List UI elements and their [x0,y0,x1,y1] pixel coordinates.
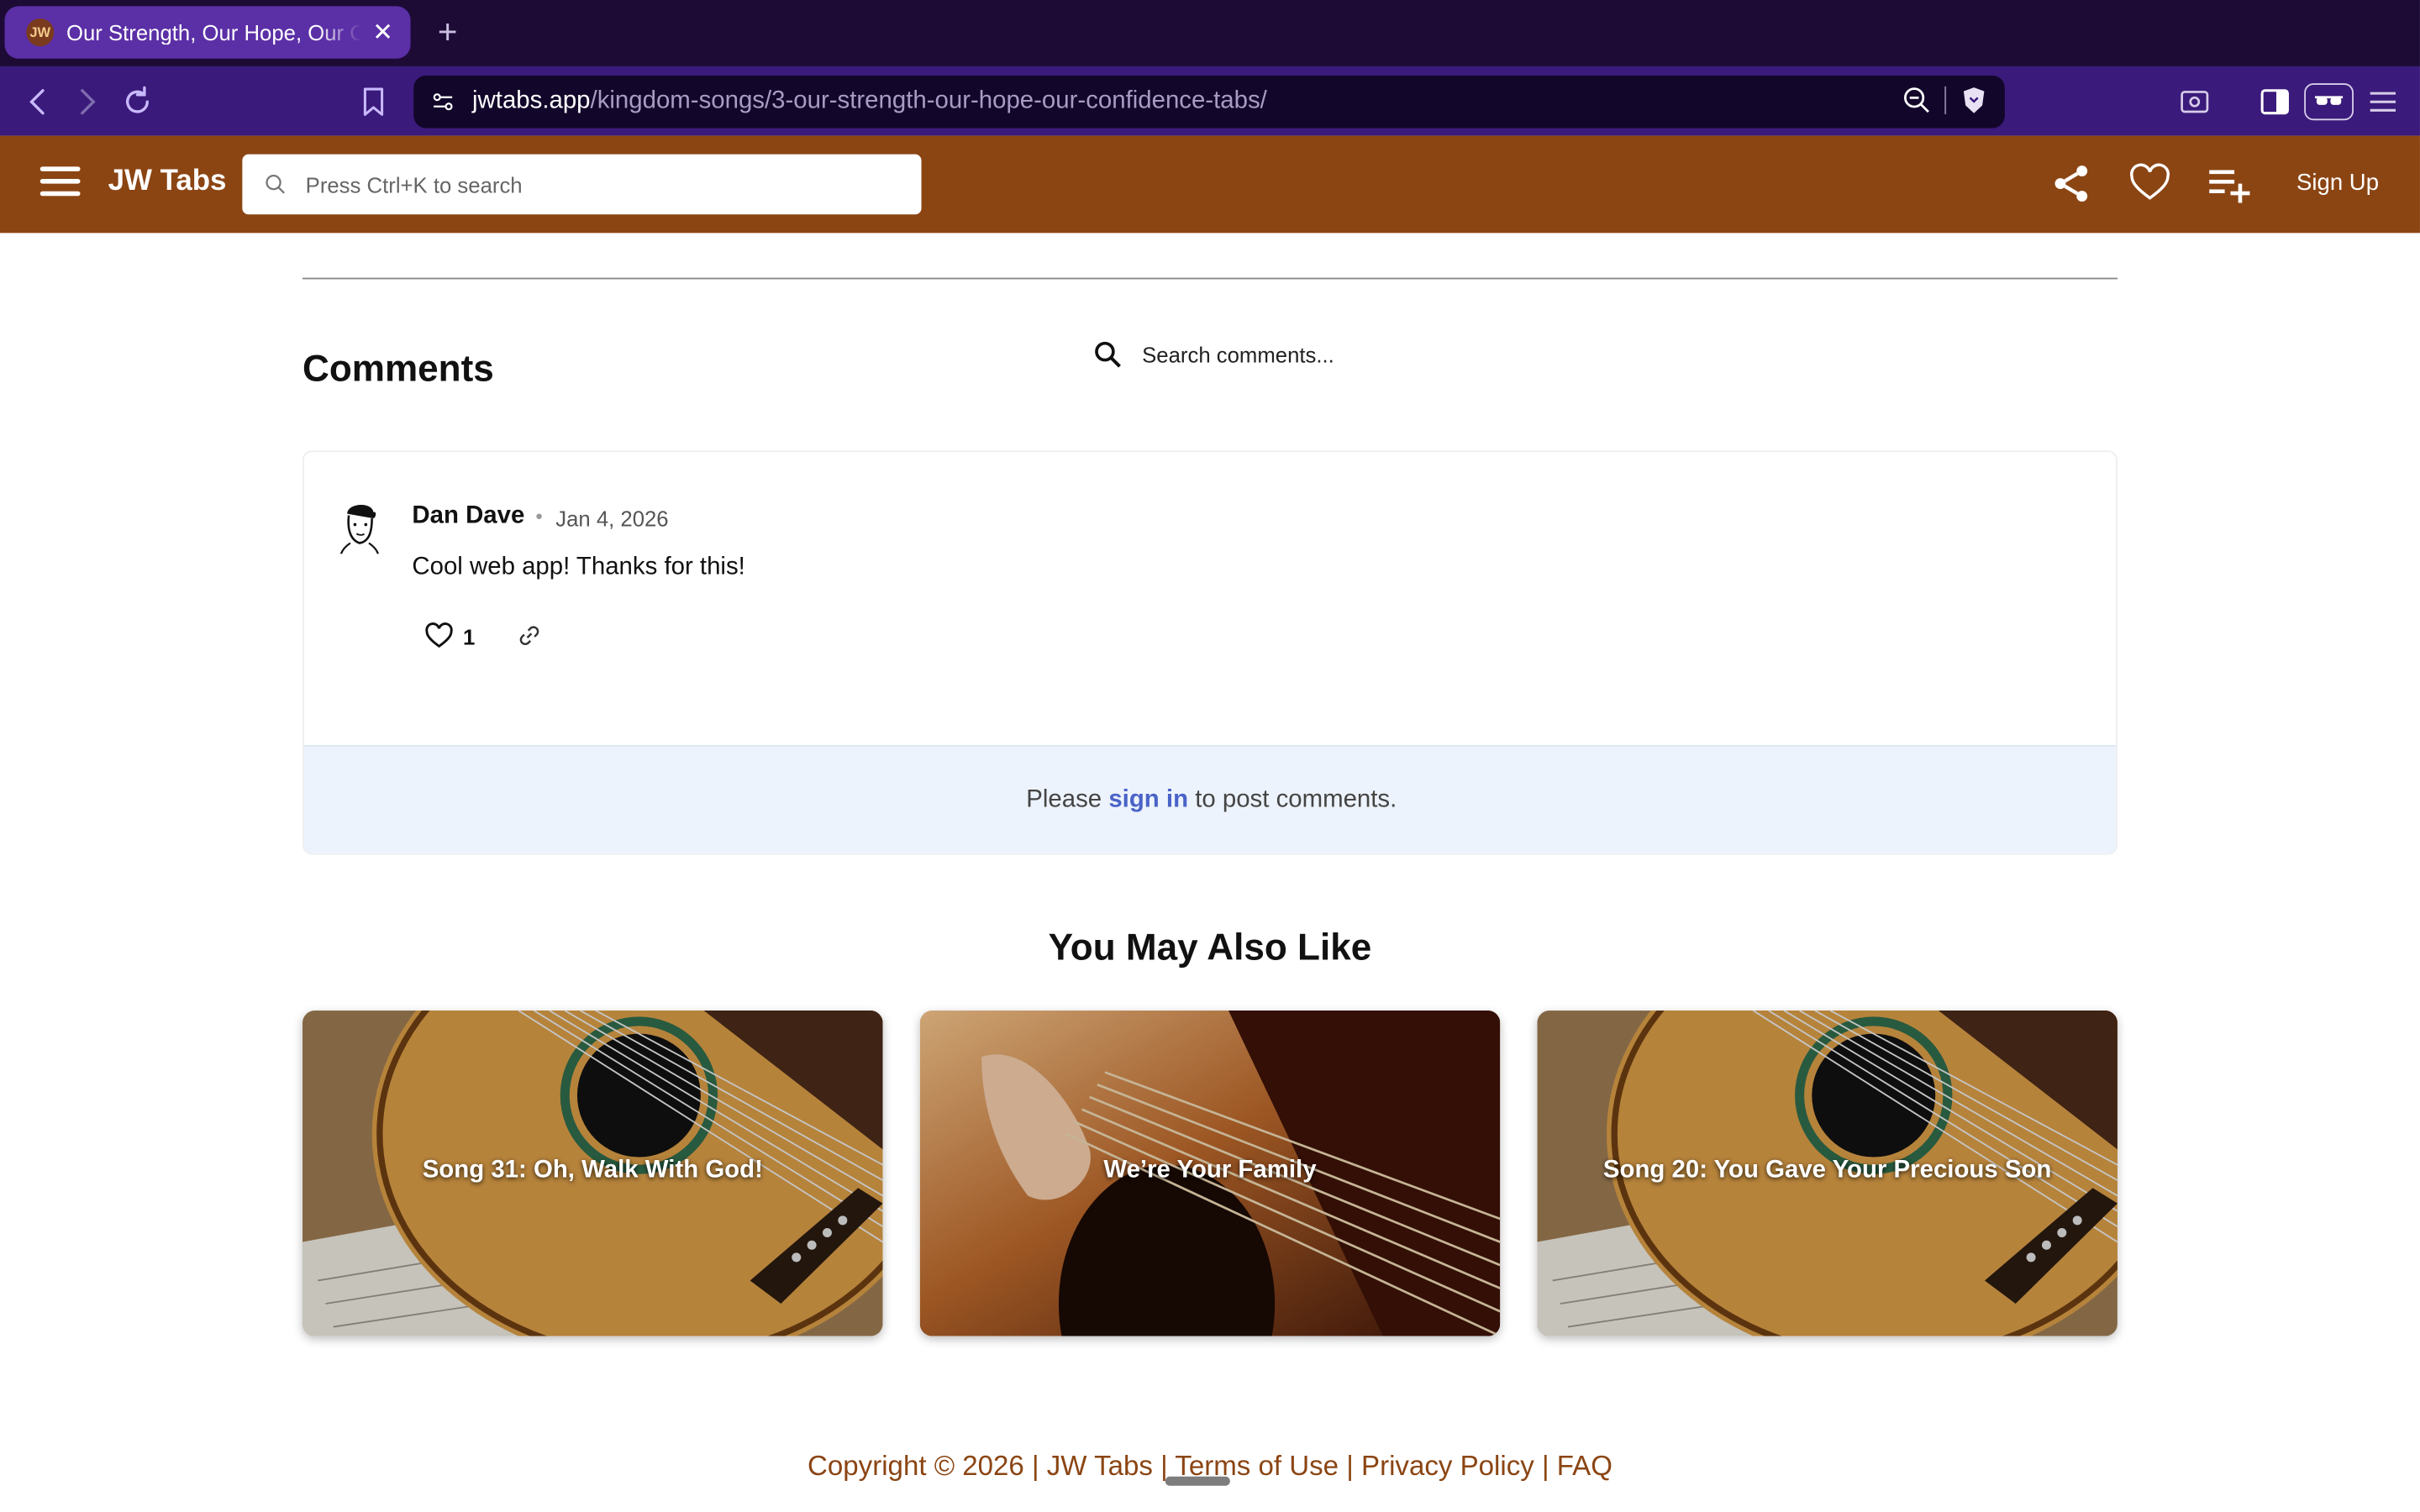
reload-icon[interactable] [118,81,158,122]
comment-card: Dan Dave • Jan 4, 2026 Cool web app! Tha… [302,450,2118,855]
footer-faq-link[interactable]: FAQ [1557,1450,1612,1481]
back-icon[interactable] [18,81,59,122]
sign-in-suffix: to post comments. [1188,786,1397,813]
comment-date: Jan 4, 2026 [555,506,669,531]
reader-mode-icon[interactable] [2304,83,2354,121]
sign-in-link[interactable]: sign in [1108,787,1188,813]
heart-icon [424,622,454,651]
close-tab-icon[interactable]: ✕ [371,17,395,48]
new-tab-button[interactable]: + [432,13,463,51]
section-divider [302,277,2118,280]
site-settings-icon[interactable] [429,88,457,116]
footer-separator: | [1534,1450,1557,1482]
tab-title: Our Strength, Our Hope, Our Confidence [66,19,361,45]
browser-tab-active[interactable]: JW Our Strength, Our Hope, Our Confidenc… [4,6,411,59]
footer-privacy-link[interactable]: Privacy Policy [1361,1450,1534,1481]
browser-toolbar: jwtabs.app/kingdom-songs/3-our-strength-… [0,66,2420,136]
menu-icon[interactable] [2363,81,2403,122]
comment-like-count: 1 [463,623,476,649]
scrollbar-thumb[interactable] [1165,1476,1230,1486]
search-icon [264,173,287,197]
address-bar[interactable]: jwtabs.app/kingdom-songs/3-our-strength-… [413,75,2005,129]
footer-brand-link[interactable]: JW Tabs [1047,1450,1153,1481]
sign-in-prompt: Please sign in to post comments. [303,745,2117,853]
zoom-icon[interactable] [1902,85,1933,116]
sign-in-prefix: Please [1026,786,1109,813]
recommendations-title: You May Also Like [1048,927,1372,969]
share-icon[interactable] [2048,160,2094,207]
screenshot-icon[interactable] [2175,81,2215,122]
brave-shield-icon[interactable] [1959,85,1990,116]
recommendation-card[interactable]: We’re Your Family [919,1011,1501,1336]
comment-text: Cool web app! Thanks for this! [412,554,745,580]
footer-separator: | [1023,1450,1047,1482]
comment-search-input[interactable] [1139,340,1608,369]
sign-up-button[interactable]: Sign Up [2296,170,2379,196]
add-to-playlist-icon[interactable] [2206,160,2252,207]
url-host: jwtabs.app [472,87,591,114]
browser-tabstrip: JW Our Strength, Our Hope, Our Confidenc… [0,0,2420,66]
screen: JW Our Strength, Our Hope, Our Confidenc… [0,0,2420,1512]
card-title: Song 31: Oh, Walk With God! [422,1157,763,1184]
hamburger-menu-icon[interactable] [39,166,81,200]
url-path: /kingdom-songs/3-our-strength-our-hope-o… [590,87,1267,114]
link-icon[interactable] [517,623,541,656]
comment-separator: • [535,504,543,528]
comment-like-button[interactable]: 1 [424,622,475,651]
footer-copyright: Copyright © 2026 [808,1450,1024,1482]
site-favicon-icon: JW [26,18,55,47]
recommendation-card[interactable]: Song 20: You Gave Your Precious Son [1537,1011,2118,1336]
site-search[interactable] [242,154,922,215]
recommendation-card[interactable]: Song 31: Oh, Walk With God! [302,1011,883,1336]
search-icon [1092,339,1123,370]
comments-title: Comments [302,349,494,391]
footer-separator: | [1339,1450,1362,1482]
bookmark-icon[interactable] [354,81,394,122]
sidebar-toggle-icon[interactable] [2254,81,2295,122]
card-title: We’re Your Family [1103,1157,1317,1184]
site-search-input[interactable] [302,170,896,199]
comment-author[interactable]: Dan Dave [412,503,524,531]
favorite-heart-icon[interactable] [2127,160,2173,207]
site-brand[interactable]: JW Tabs [108,165,227,199]
site-header: JW Tabs Sign Up [0,135,2420,234]
comment-search[interactable] [1092,339,1608,370]
url-divider [1944,86,1947,114]
avatar [335,498,385,554]
card-title: Song 20: You Gave Your Precious Son [1602,1157,2052,1184]
forward-icon[interactable] [66,81,107,122]
